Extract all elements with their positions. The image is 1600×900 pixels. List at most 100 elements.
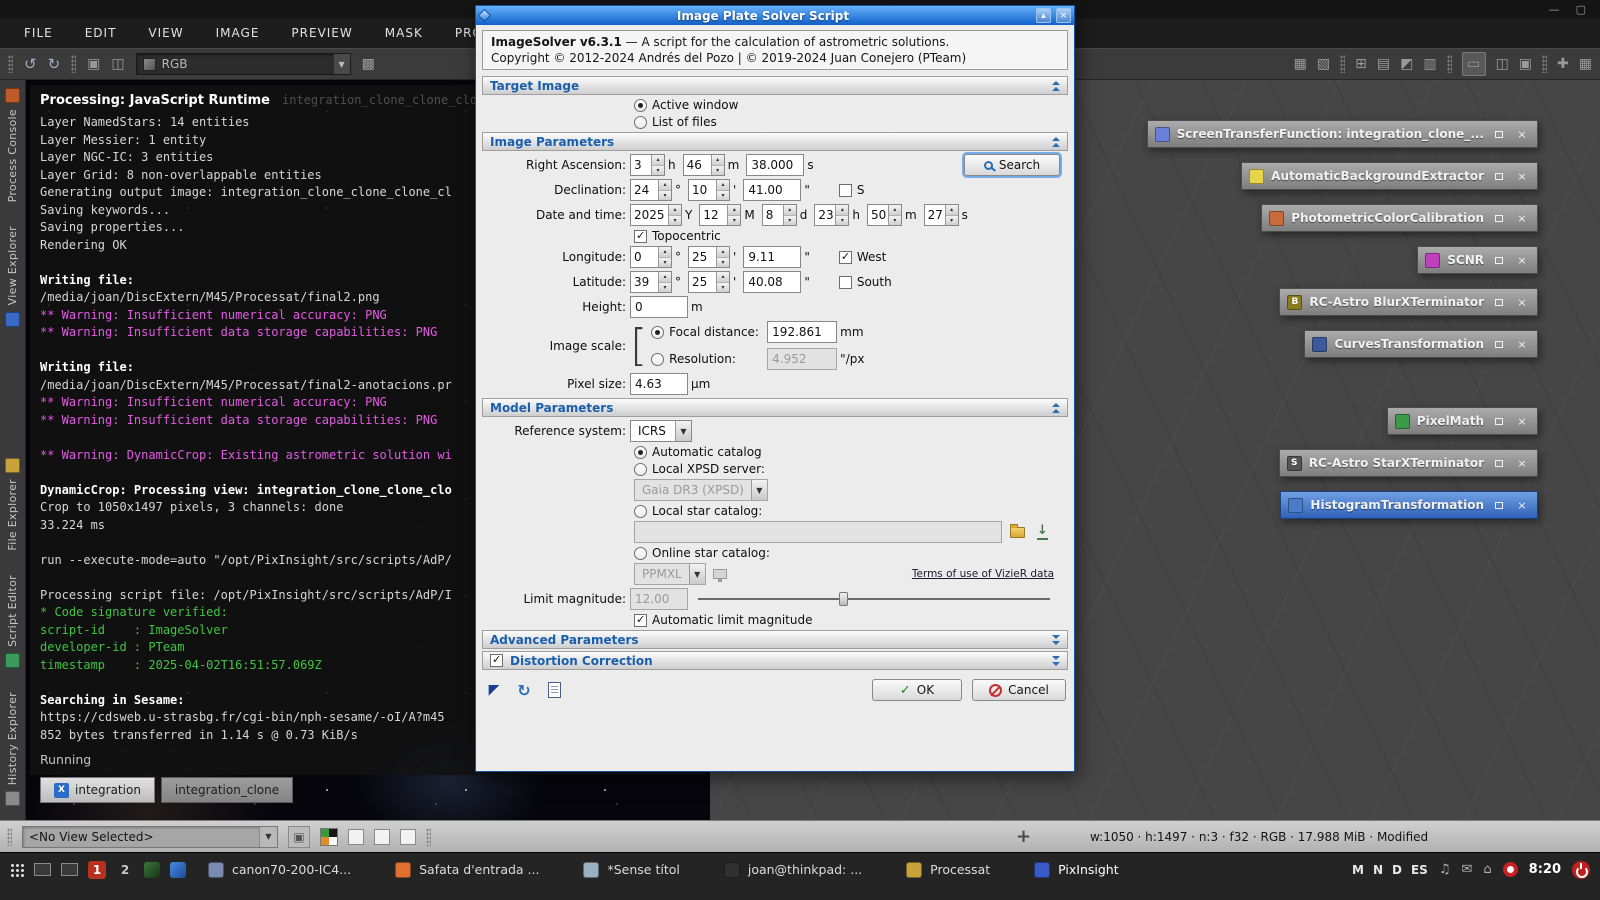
- tab-view-explorer[interactable]: View Explorer: [5, 226, 20, 326]
- collapse-icon[interactable]: [1052, 137, 1060, 147]
- workspace-2-button[interactable]: 2: [116, 861, 134, 879]
- cancel-button[interactable]: Cancel: [972, 679, 1066, 701]
- lat-degrees-spinner[interactable]: 39▴▾: [630, 271, 672, 293]
- catalog-path-input[interactable]: [634, 521, 1002, 543]
- section-advanced-parameters[interactable]: Advanced Parameters: [482, 630, 1068, 649]
- ok-button[interactable]: ✓OK: [872, 679, 962, 701]
- close-icon[interactable]: ×: [1514, 252, 1530, 268]
- tab-process-console[interactable]: Process Console: [5, 88, 20, 202]
- arrange-icon[interactable]: ▥: [1423, 57, 1436, 71]
- grid-icon[interactable]: ▦: [1579, 57, 1592, 71]
- section-target-image[interactable]: Target Image: [482, 76, 1068, 95]
- launcher-files-icon[interactable]: [170, 862, 186, 878]
- mask-icon[interactable]: ▩: [362, 57, 375, 71]
- process-window[interactable]: AutomaticBackgroundExtractor ×: [1241, 162, 1538, 190]
- close-icon[interactable]: ×: [1514, 497, 1530, 513]
- zoom-out-icon[interactable]: ▧: [1317, 57, 1330, 71]
- shade-button[interactable]: [1491, 413, 1507, 429]
- clock[interactable]: 8:20: [1529, 862, 1561, 877]
- taskbar-task[interactable]: *Sense títol: [583, 862, 679, 878]
- limit-magnitude-slider[interactable]: [698, 592, 1050, 606]
- minute-spinner[interactable]: 50▴▾: [867, 204, 902, 226]
- section-image-parameters[interactable]: Image Parameters: [482, 132, 1068, 151]
- topocentric-checkbox[interactable]: [634, 230, 647, 243]
- browse-folder-icon[interactable]: [1010, 527, 1025, 538]
- focal-distance-input[interactable]: 192.861: [767, 321, 837, 343]
- lat-minutes-spinner[interactable]: 25▴▾: [688, 271, 730, 293]
- ra-minutes-spinner[interactable]: 46▴▾: [683, 154, 725, 176]
- minimize-icon[interactable]: —: [1549, 4, 1560, 15]
- online-star-catalog-radio[interactable]: [634, 547, 647, 560]
- process-window[interactable]: B RC-Astro BlurXTerminator ×: [1279, 288, 1538, 316]
- duplicate-window-icon[interactable]: ◫: [111, 57, 124, 71]
- automatic-catalog-radio[interactable]: [634, 446, 647, 459]
- channel-selector[interactable]: RGB ▼: [136, 53, 351, 75]
- menu-item[interactable]: EDIT: [69, 26, 133, 40]
- download-icon[interactable]: ↓: [1037, 525, 1048, 540]
- tray-indicator[interactable]: M: [1352, 863, 1364, 877]
- height-input[interactable]: 0: [630, 296, 688, 318]
- snapshot-icon[interactable]: ▣: [1519, 57, 1532, 71]
- search-button[interactable]: Search: [964, 154, 1060, 176]
- volume-icon[interactable]: ♫: [1439, 862, 1451, 877]
- collapse-icon[interactable]: [1052, 403, 1060, 413]
- close-icon[interactable]: ×: [1514, 455, 1530, 471]
- expand-icon[interactable]: [1052, 635, 1060, 645]
- slider-handle[interactable]: [839, 592, 848, 606]
- auto-limit-checkbox[interactable]: [634, 614, 647, 627]
- tray-indicator[interactable]: N: [1373, 863, 1383, 877]
- tile-windows-icon[interactable]: ▤: [1377, 57, 1390, 71]
- workspace-pager-icon[interactable]: [34, 863, 51, 876]
- lon-minutes-spinner[interactable]: 25▴▾: [688, 246, 730, 268]
- rollup-icon[interactable]: ▴: [1036, 8, 1051, 23]
- vizier-terms-link[interactable]: Terms of use of VizieR data: [912, 568, 1054, 580]
- image-tab-integration-clone[interactable]: integration_clone: [161, 777, 293, 803]
- shade-button[interactable]: [1491, 252, 1507, 268]
- tab-file-explorer[interactable]: File Explorer: [5, 458, 20, 551]
- cascade-windows-icon[interactable]: ◩: [1400, 57, 1413, 71]
- maximize-icon[interactable]: ▢: [1576, 4, 1586, 15]
- statusbar-drag-handle[interactable]: [7, 828, 12, 846]
- taskbar-task[interactable]: Safata d'entrada ...: [395, 862, 539, 878]
- workspace-1-button[interactable]: 1: [88, 861, 106, 879]
- tab-history-explorer[interactable]: History Explorer: [5, 692, 20, 806]
- year-spinner[interactable]: 2025▴▾: [630, 204, 682, 226]
- process-window[interactable]: HistogramTransformation ×: [1280, 491, 1538, 519]
- readout-icon[interactable]: ◫: [1496, 57, 1509, 71]
- menu-item[interactable]: PREVIEW: [275, 26, 368, 40]
- tab-script-editor[interactable]: Script Editor: [5, 575, 20, 668]
- list-of-files-radio[interactable]: [634, 116, 647, 129]
- second-spinner[interactable]: 27▴▾: [924, 204, 959, 226]
- toolbar-drag-handle[interactable]: [8, 55, 13, 73]
- local-star-catalog-radio[interactable]: [634, 505, 647, 518]
- close-icon[interactable]: ×: [1514, 413, 1530, 429]
- dec-degrees-spinner[interactable]: 24▴▾: [630, 179, 672, 201]
- dec-seconds-input[interactable]: 41.00: [743, 179, 801, 201]
- process-window[interactable]: SCNR ×: [1417, 246, 1538, 274]
- launcher-terminal-icon[interactable]: [144, 862, 160, 878]
- hour-spinner[interactable]: 23▴▾: [814, 204, 849, 226]
- menu-item[interactable]: MASK: [369, 26, 439, 40]
- close-icon[interactable]: ×: [1514, 168, 1530, 184]
- process-window[interactable]: S RC-Astro StarXTerminator ×: [1279, 449, 1538, 477]
- menu-item[interactable]: IMAGE: [200, 26, 276, 40]
- fit-view-icon[interactable]: ⊞: [1355, 57, 1367, 71]
- resolution-radio[interactable]: [651, 353, 664, 366]
- west-checkbox[interactable]: [839, 251, 852, 264]
- close-icon[interactable]: ×: [1514, 336, 1530, 352]
- ra-seconds-input[interactable]: 38.000: [746, 154, 804, 176]
- taskbar-task[interactable]: canon70-200-IC4...: [208, 862, 351, 878]
- view-selector[interactable]: <No View Selected> ▼: [22, 826, 278, 848]
- shade-button[interactable]: [1491, 126, 1507, 142]
- new-instance-button[interactable]: ◤: [484, 680, 504, 700]
- south-checkbox[interactable]: [839, 276, 852, 289]
- notification-icon[interactable]: [1503, 862, 1518, 877]
- menu-item[interactable]: FILE: [8, 26, 69, 40]
- image-tab-integration[interactable]: X integration: [40, 777, 155, 803]
- network-icon[interactable]: ⌂: [1483, 862, 1491, 877]
- process-window[interactable]: PhotometricColorCalibration ×: [1261, 204, 1538, 232]
- close-icon[interactable]: ×: [1514, 210, 1530, 226]
- section-distortion-correction[interactable]: Distortion Correction: [482, 651, 1068, 670]
- app-launcher-icon[interactable]: [10, 863, 24, 877]
- swatch-slot[interactable]: [400, 829, 416, 845]
